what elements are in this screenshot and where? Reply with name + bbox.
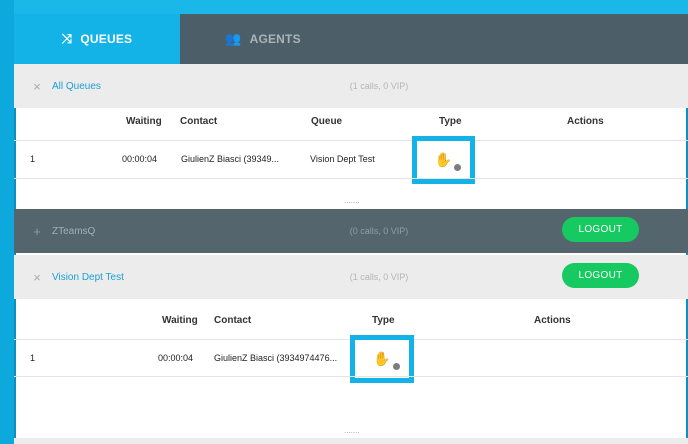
- type-highlight[interactable]: ✋: [412, 136, 475, 184]
- row-index: 1: [30, 154, 36, 164]
- column-queue: Queue: [311, 116, 343, 127]
- column-actions: Actions: [534, 315, 571, 326]
- column-contact: Contact: [214, 315, 252, 326]
- queue-name[interactable]: Vision Dept Test: [52, 272, 302, 283]
- tab-queues[interactable]: ⤨ QUEUES: [14, 14, 180, 64]
- collapse-icon[interactable]: ×: [22, 79, 52, 94]
- row-contact: GiulienZ Biasci (39349...: [181, 154, 280, 164]
- more-indicator[interactable]: .......: [344, 426, 360, 435]
- column-waiting: Waiting: [126, 116, 162, 127]
- tab-agents[interactable]: 👥 AGENTS: [180, 14, 346, 64]
- queue-panel: ⤨ QUEUES 👥 AGENTS × All Queues (1 calls,…: [14, 14, 688, 444]
- row-index: 1: [30, 353, 36, 363]
- tab-queues-label: QUEUES: [80, 32, 133, 46]
- expand-icon[interactable]: +: [22, 224, 52, 239]
- shuffle-icon: ⤨: [61, 31, 73, 46]
- queue-stats: (0 calls, 0 VIP): [349, 226, 409, 236]
- column-waiting: Waiting: [162, 315, 198, 326]
- row-waiting: 00:00:04: [158, 353, 194, 363]
- minus-badge-icon: [393, 363, 400, 370]
- column-type: Type: [439, 116, 462, 127]
- queue-header-vision-dept-test[interactable]: × Vision Dept Test (1 calls, 0 VIP) LOGO…: [14, 255, 688, 299]
- queue-stats: (1 calls, 0 VIP): [349, 81, 409, 91]
- column-actions: Actions: [567, 116, 604, 127]
- logout-button[interactable]: LOGOUT: [562, 263, 639, 288]
- queue-header-zteamsq[interactable]: + ZTeamsQ (0 calls, 0 VIP) LOGOUT: [14, 209, 688, 253]
- bottom-divider: [14, 438, 688, 444]
- queue-stats: (1 calls, 0 VIP): [349, 272, 409, 282]
- left-edge: [0, 0, 14, 444]
- queue-name[interactable]: All Queues: [52, 81, 302, 92]
- queue-header-all-queues[interactable]: × All Queues (1 calls, 0 VIP): [14, 64, 688, 108]
- column-type: Type: [372, 315, 395, 326]
- top-edge: [0, 0, 688, 14]
- row-queue: Vision Dept Test: [310, 154, 375, 164]
- row-contact: GiulienZ Biasci (3934974476...: [214, 353, 338, 363]
- logout-button[interactable]: LOGOUT: [562, 217, 639, 242]
- tab-bar: ⤨ QUEUES 👥 AGENTS: [14, 14, 688, 64]
- column-contact: Contact: [180, 116, 218, 127]
- row-waiting: 00:00:04: [122, 154, 158, 164]
- row-divider: [14, 178, 688, 179]
- hand-icon: ✋: [373, 350, 391, 367]
- collapse-icon[interactable]: ×: [22, 270, 52, 285]
- minus-badge-icon: [454, 164, 461, 171]
- group-icon: 👥: [225, 31, 242, 46]
- hand-icon: ✋: [434, 151, 453, 168]
- tab-agents-label: AGENTS: [249, 32, 301, 46]
- queue-name[interactable]: ZTeamsQ: [52, 226, 302, 237]
- row-divider: [14, 140, 688, 141]
- more-indicator[interactable]: .......: [344, 196, 360, 205]
- row-divider: [14, 376, 688, 377]
